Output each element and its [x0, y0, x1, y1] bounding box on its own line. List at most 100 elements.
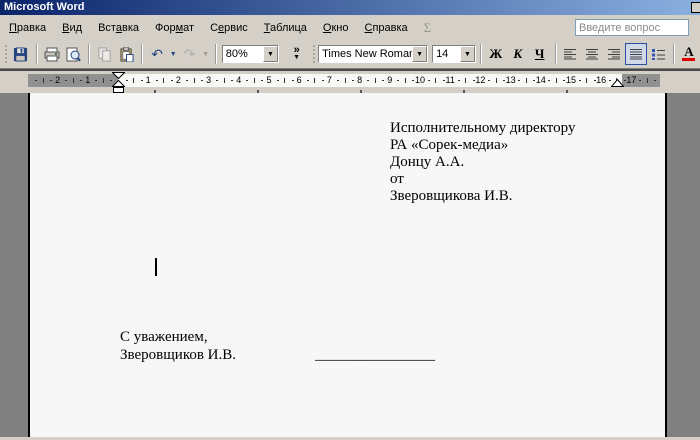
- toolbar-options-button[interactable]: » ▼: [289, 46, 304, 62]
- closing-block[interactable]: С уважением,Зверовщиков И.В.: [120, 328, 236, 364]
- undo-dropdown[interactable]: ▼: [168, 43, 178, 65]
- menu-item-insert[interactable]: Вставка: [90, 18, 147, 38]
- ask-question-input[interactable]: [575, 19, 689, 36]
- ruler-tick: [80, 80, 82, 81]
- ruler-tick: [458, 80, 460, 81]
- menu-item-table[interactable]: Таблица: [256, 18, 315, 38]
- ruler-number: 3: [206, 75, 211, 86]
- print-preview-button[interactable]: [63, 43, 85, 65]
- menu-item-window[interactable]: Окно: [315, 18, 357, 38]
- ruler-tick: [156, 80, 158, 81]
- menu-item-help[interactable]: Справка: [357, 18, 416, 38]
- zoom-combobox[interactable]: 80% ▼: [222, 45, 279, 63]
- ruler-tick: [473, 80, 475, 81]
- ruler-number: 2: [176, 75, 181, 86]
- doc-line[interactable]: Зверовщикова И.В.: [390, 188, 575, 205]
- size-dropdown-arrow[interactable]: ▼: [460, 46, 475, 62]
- list-icon: [651, 48, 666, 60]
- doc-line[interactable]: от: [390, 171, 575, 188]
- ruler-tick: [201, 80, 203, 81]
- document-page[interactable]: Исполнительному директоруРА «Сорек-медиа…: [28, 93, 667, 437]
- font-dropdown-arrow[interactable]: ▼: [412, 46, 427, 62]
- toolbar-separator: [215, 44, 216, 64]
- toolbar-grip[interactable]: [4, 44, 8, 64]
- ruler-number: 10: [415, 75, 425, 86]
- align-left-button[interactable]: [560, 43, 582, 65]
- ruler-tick: [224, 78, 225, 83]
- signature-line[interactable]: ________________: [315, 347, 435, 364]
- ruler-tick: [624, 80, 626, 81]
- ruler-tick: [443, 80, 445, 81]
- toolbar-separator: [480, 44, 481, 64]
- ruler-tick: [654, 80, 656, 81]
- ruler-number: 8: [357, 75, 362, 86]
- doc-line[interactable]: РА «Сорек-медиа»: [390, 137, 575, 154]
- align-center-icon: [585, 48, 599, 60]
- font-color-icon: А: [684, 47, 693, 57]
- save-button[interactable]: [10, 43, 32, 65]
- doc-line[interactable]: С уважением,: [120, 328, 236, 346]
- toolbar-separator: [88, 44, 89, 64]
- justify-icon: [629, 48, 643, 60]
- right-indent-marker-icon[interactable]: [611, 79, 624, 87]
- ruler-tick: [465, 78, 466, 83]
- font-name-value: Times New Roman: [319, 46, 412, 62]
- doc-line[interactable]: Донцу А.А.: [390, 154, 575, 171]
- minimize-button[interactable]: [691, 2, 700, 13]
- ruler-tick: [367, 80, 369, 81]
- recipient-block[interactable]: Исполнительному директоруРА «Сорек-медиа…: [390, 120, 575, 205]
- doc-line[interactable]: Зверовщиков И.В.: [120, 346, 236, 364]
- toolbar-separator: [141, 44, 142, 64]
- align-right-button[interactable]: [603, 43, 625, 65]
- ruler-tick: [284, 78, 285, 83]
- sigma-menu-icon[interactable]: Σ: [416, 20, 440, 36]
- redo-icon: ↷: [184, 47, 196, 61]
- doc-line[interactable]: Исполнительному директору: [390, 120, 575, 137]
- ruler-tick: [435, 78, 436, 83]
- zoom-dropdown-arrow[interactable]: ▼: [263, 46, 278, 62]
- menu-item-format[interactable]: Формат: [147, 18, 202, 38]
- list-button[interactable]: [647, 43, 669, 65]
- title-bar[interactable]: Microsoft Word: [0, 0, 700, 15]
- formatting-toolbar-grip[interactable]: [312, 44, 316, 64]
- save-icon: [13, 47, 28, 62]
- menu-items: ПравкаВидВставкаФорматСервисТаблицаОкноС…: [1, 18, 416, 38]
- menu-item-tools[interactable]: Сервис: [202, 18, 256, 38]
- font-size-combobox[interactable]: 14 ▼: [432, 45, 476, 63]
- ruler-tick: [496, 78, 497, 83]
- print-preview-icon: [65, 47, 81, 62]
- justify-button[interactable]: [625, 43, 647, 65]
- bold-button[interactable]: Ж: [485, 43, 507, 65]
- ruler-tick: [103, 78, 104, 83]
- ruler-tick: [216, 80, 218, 81]
- ruler-number: 11: [446, 75, 455, 86]
- italic-button[interactable]: К: [507, 43, 529, 65]
- ruler-tick: [322, 80, 324, 81]
- font-color-bar: [682, 58, 695, 61]
- font-color-button[interactable]: А: [678, 43, 700, 65]
- horizontal-ruler[interactable]: 121234567891011121314151617: [0, 69, 700, 93]
- ruler-tick: [503, 80, 505, 81]
- undo-button[interactable]: ↶: [146, 43, 168, 65]
- paste-button[interactable]: [115, 43, 137, 65]
- menu-item-view[interactable]: Вид: [54, 18, 90, 38]
- ruler-tick: [526, 78, 527, 83]
- ruler-tick: [186, 80, 188, 81]
- ruler-tick: [277, 80, 279, 81]
- ruler-tick: [292, 80, 294, 81]
- align-left-icon: [563, 48, 577, 60]
- ruler-tick: [428, 80, 430, 81]
- align-center-button[interactable]: [581, 43, 603, 65]
- ruler-tick: [43, 78, 44, 83]
- copy-button[interactable]: [93, 43, 115, 65]
- underline-button[interactable]: Ч: [529, 43, 551, 65]
- ruler-number: 5: [266, 75, 271, 86]
- print-button[interactable]: [41, 43, 63, 65]
- redo-dropdown[interactable]: ▼: [200, 43, 210, 65]
- indent-markers-icon[interactable]: [112, 72, 125, 94]
- font-name-combobox[interactable]: Times New Roman ▼: [318, 45, 428, 63]
- ruler-tick: [579, 80, 581, 81]
- redo-button[interactable]: ↷: [178, 43, 200, 65]
- menu-item-edit[interactable]: Правка: [1, 18, 54, 38]
- ruler-number: 1: [85, 75, 90, 86]
